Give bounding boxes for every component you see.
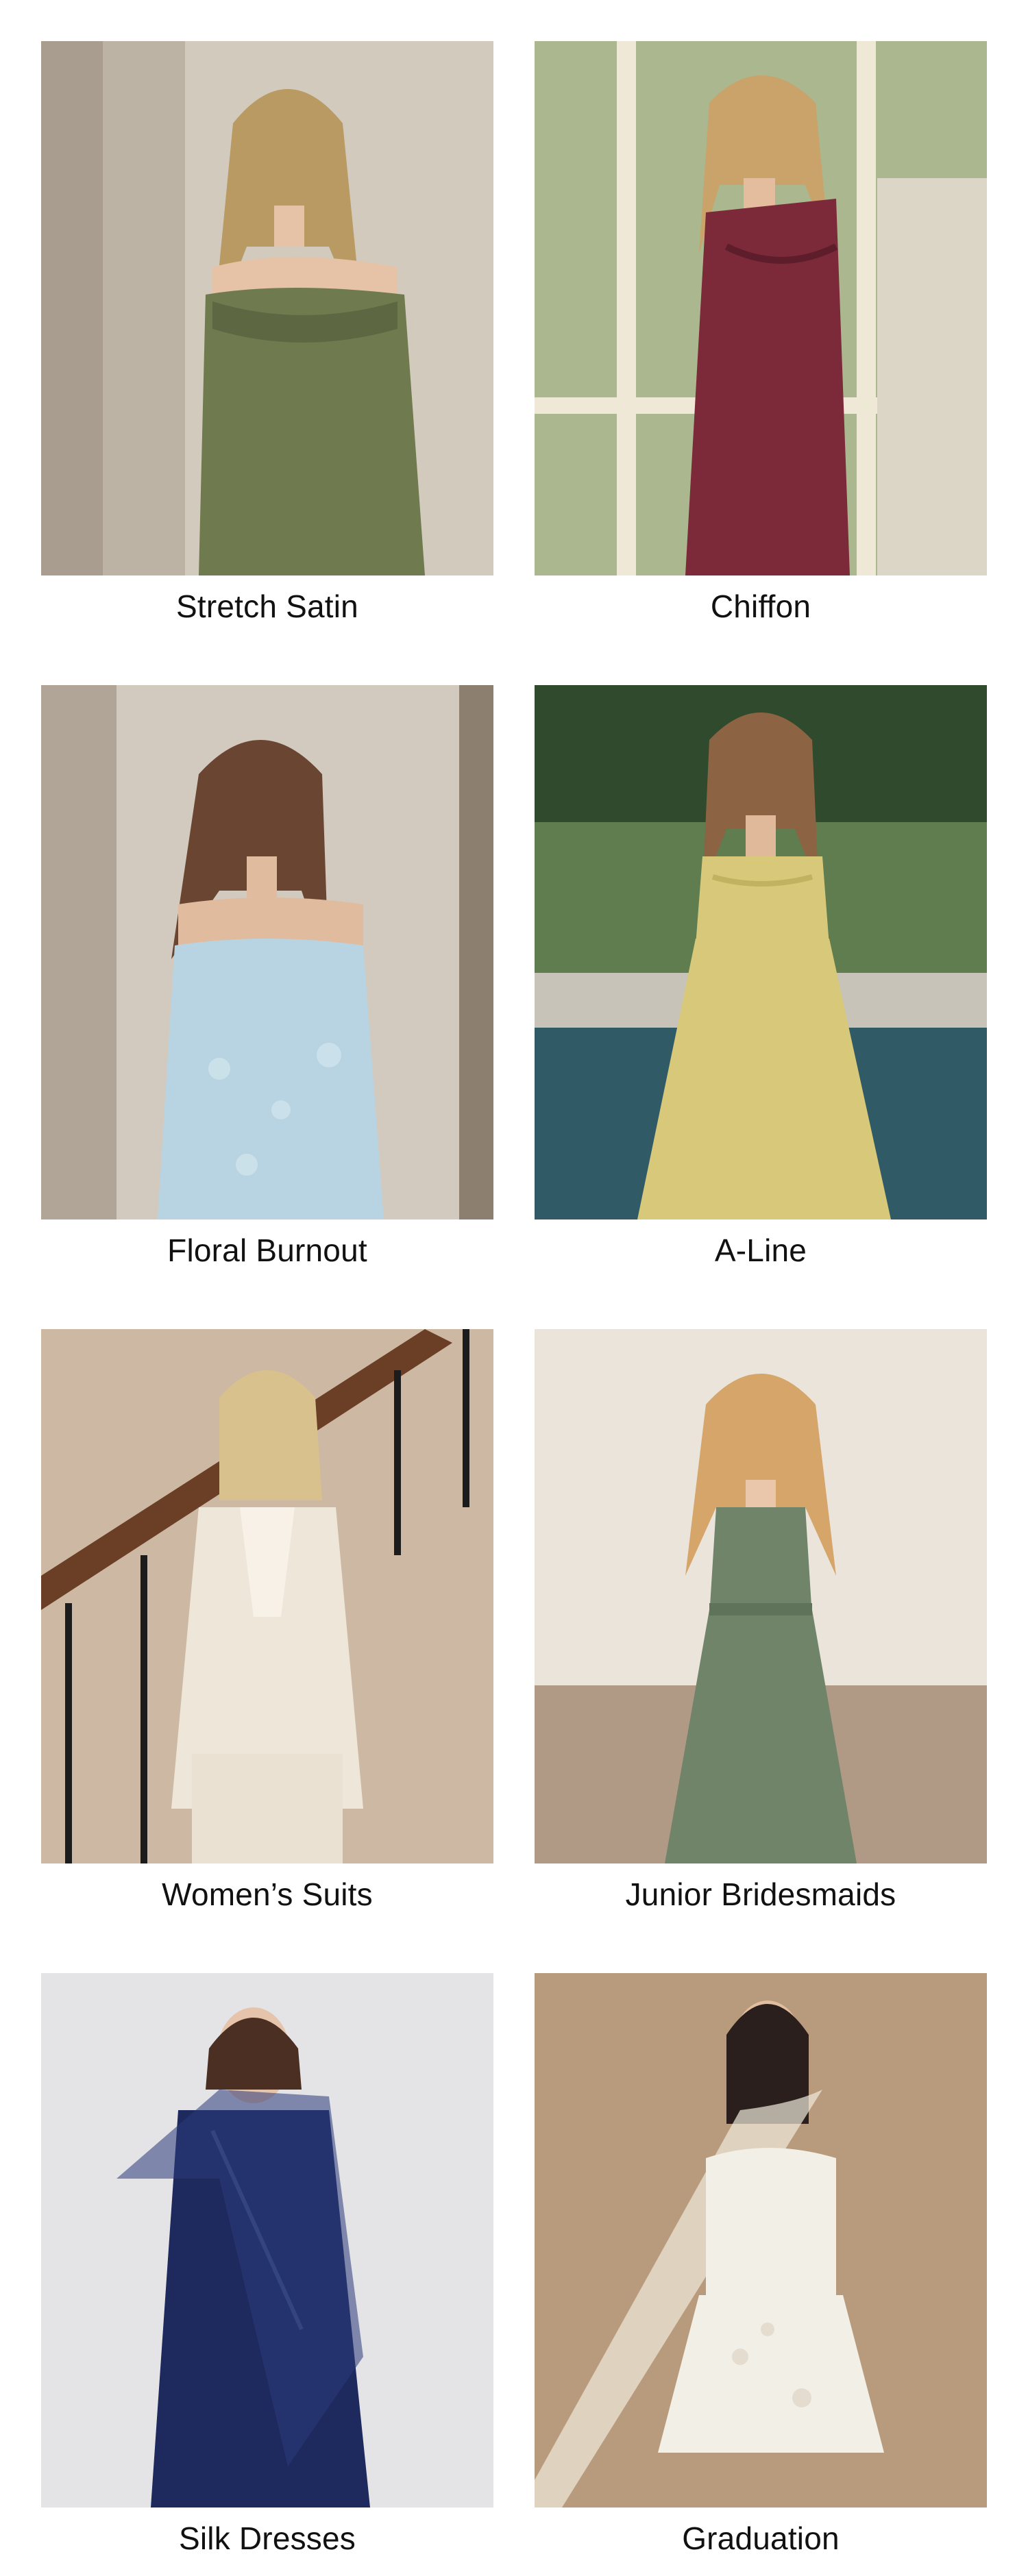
category-image-stretch-satin[interactable] [41, 41, 493, 575]
category-card-stretch-satin[interactable]: Stretch Satin [41, 41, 493, 644]
category-image-silk-dresses[interactable] [41, 1973, 493, 2507]
category-card-floral-burnout[interactable]: Floral Burnout [41, 685, 493, 1288]
category-card-a-line[interactable]: A-Line [535, 685, 987, 1288]
category-card-chiffon[interactable]: Chiffon [535, 41, 987, 644]
category-label[interactable]: Women’s Suits [41, 1863, 493, 1925]
category-image-womens-suits[interactable] [41, 1329, 493, 1863]
category-image-floral-burnout[interactable] [41, 685, 493, 1219]
category-label[interactable]: A-Line [535, 1219, 987, 1281]
category-label[interactable]: Chiffon [535, 575, 987, 637]
category-card-junior-bridesmaids[interactable]: Junior Bridesmaids [535, 1329, 987, 1932]
category-image-a-line[interactable] [535, 685, 987, 1219]
category-card-graduation[interactable]: Graduation [535, 1973, 987, 2576]
category-card-silk-dresses[interactable]: Silk Dresses [41, 1973, 493, 2576]
category-grid: Stretch Satin Chiffon Floral Burnout A-L… [0, 0, 1028, 2576]
category-label[interactable]: Graduation [535, 2507, 987, 2569]
category-image-junior-bridesmaids[interactable] [535, 1329, 987, 1863]
category-label[interactable]: Silk Dresses [41, 2507, 493, 2569]
category-label[interactable]: Stretch Satin [41, 575, 493, 637]
category-image-graduation[interactable] [535, 1973, 987, 2507]
category-label[interactable]: Junior Bridesmaids [535, 1863, 987, 1925]
category-card-womens-suits[interactable]: Women’s Suits [41, 1329, 493, 1932]
category-image-chiffon[interactable] [535, 41, 987, 575]
category-label[interactable]: Floral Burnout [41, 1219, 493, 1281]
